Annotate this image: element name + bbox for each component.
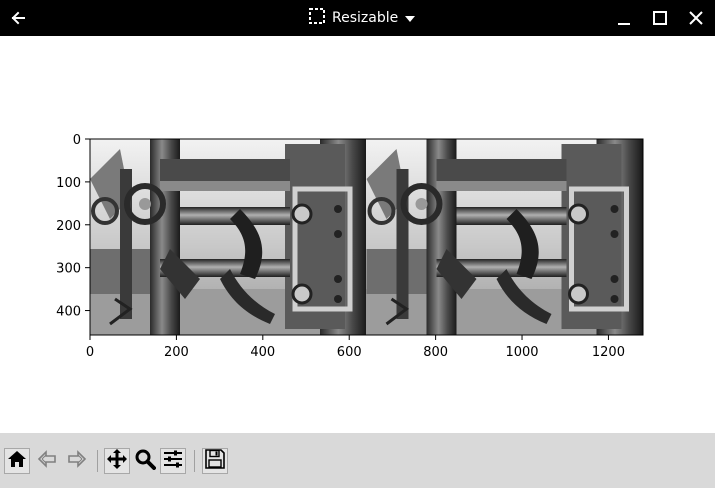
- maximize-icon[interactable]: [651, 9, 669, 27]
- configure-subplots-button[interactable]: [160, 448, 186, 474]
- y-tick-label: 300: [56, 262, 81, 277]
- pan-button[interactable]: [104, 448, 130, 474]
- y-tick-label: 400: [56, 305, 81, 320]
- toolbar-separator: [97, 450, 98, 472]
- window-titlebar: Resizable: [0, 0, 715, 36]
- home-button[interactable]: [4, 448, 30, 474]
- sliders-icon: [162, 448, 184, 474]
- move-arrows-icon: [106, 448, 128, 474]
- close-icon[interactable]: [687, 9, 705, 27]
- resize-dashed-square-icon: [308, 7, 326, 29]
- y-tick-label: 200: [56, 219, 81, 234]
- navigation-toolbar: [0, 433, 715, 488]
- figure-canvas[interactable]: 0 200 400 600 800 1000 1200 0 100 200 300 400: [0, 36, 715, 433]
- x-tick-label: 400: [250, 345, 275, 360]
- home-icon: [6, 448, 28, 474]
- x-tick-label: 200: [164, 345, 189, 360]
- minimize-icon[interactable]: [615, 9, 633, 27]
- back-arrow-icon[interactable]: [9, 9, 27, 27]
- forward-button[interactable]: [64, 448, 90, 474]
- back-button[interactable]: [34, 448, 60, 474]
- magnifier-icon: [134, 448, 156, 474]
- floppy-disk-icon: [204, 448, 226, 474]
- zoom-button[interactable]: [132, 448, 158, 474]
- x-tick-label: 1200: [592, 345, 625, 360]
- x-tick-label: 1000: [505, 345, 538, 360]
- x-tick-label: 600: [337, 345, 362, 360]
- y-tick-label: 100: [56, 176, 81, 191]
- caret-down-icon: [404, 9, 416, 28]
- window-title: Resizable: [332, 10, 399, 26]
- x-tick-label: 800: [423, 345, 448, 360]
- x-tick-label: 0: [86, 345, 94, 360]
- arrow-back-icon: [36, 448, 58, 474]
- arrow-forward-icon: [66, 448, 88, 474]
- window-title-menu[interactable]: Resizable: [308, 8, 416, 28]
- save-button[interactable]: [202, 448, 228, 474]
- x-axis: 0 200 400 600 800 1000 1200: [86, 335, 625, 360]
- plot-svg: 0 200 400 600 800 1000 1200 0 100 200 300 400: [56, 133, 644, 360]
- stereo-image: [90, 139, 643, 335]
- toolbar-separator: [194, 450, 195, 472]
- y-axis: 0 100 200 300 400: [56, 133, 90, 320]
- y-tick-label: 0: [73, 133, 81, 148]
